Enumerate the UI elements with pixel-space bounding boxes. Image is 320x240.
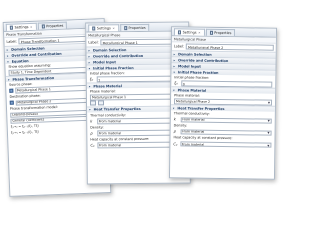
chevron-down-icon: ▾ [172, 106, 175, 111]
label-caption: Label: [173, 44, 185, 49]
section-title: Model Input [93, 59, 117, 64]
properties-icon [123, 26, 128, 30]
label-field[interactable]: Metallurgical Phase 2 [186, 43, 274, 51]
model-value: Leblond-Devaux [12, 112, 39, 118]
section-title: Initial Phase Fraction [93, 65, 134, 70]
chevron-right-icon: ▸ [173, 63, 176, 68]
thermal-value: From material [182, 117, 205, 122]
density-value: From material [182, 129, 205, 135]
close-icon[interactable]: × [198, 31, 201, 35]
properties-icon [209, 31, 213, 35]
chevron-right-icon: ▸ [88, 53, 91, 59]
tab-properties[interactable]: Properties [119, 23, 150, 32]
density-symbol: ρ [90, 131, 93, 136]
cube-icon [9, 100, 14, 106]
destination-phase-value: Metallurgical Phase 2 [17, 99, 52, 105]
phase-material-value: Metallurgical Phase 1 [91, 95, 127, 100]
chevron-down-icon: ▾ [88, 65, 91, 71]
tab-label: Settings [96, 26, 111, 31]
chevron-right-icon: ▸ [173, 57, 176, 62]
section-title: Override and Contribution [92, 53, 144, 58]
heatcap-row: Cₚ From material ▼ [173, 141, 272, 148]
section-title: Phase Material [93, 83, 122, 89]
heatcap-symbol: Cₚ [90, 143, 95, 148]
settings-icon [9, 26, 14, 30]
heatcap-value: From material [98, 143, 122, 148]
phase-material-value: Metallurgical Phase 2 [175, 99, 211, 104]
chevron-right-icon: ▸ [6, 53, 9, 58]
section-title: Heat Transfer Properties [177, 106, 225, 111]
chevron-down-icon: ▾ [89, 107, 91, 112]
go-to-material-button[interactable] [97, 100, 104, 106]
thermal-symbol: k [90, 119, 93, 124]
chevron-down-icon: ▾ [173, 87, 175, 92]
tab-label: Settings [182, 30, 197, 35]
thermal-symbol: k [173, 117, 176, 122]
dropdown-arrow-icon: ▼ [267, 131, 270, 136]
chevron-right-icon: ▸ [173, 51, 176, 56]
thermal-value: From material [98, 119, 121, 124]
chevron-down-icon: ▾ [7, 77, 10, 82]
chevron-right-icon: ▸ [88, 59, 91, 65]
tab-properties[interactable]: Properties [37, 21, 68, 30]
section-title: Equation [11, 58, 29, 64]
add-material-button[interactable] [89, 100, 97, 106]
tab-label: Properties [214, 30, 232, 36]
tab-label: Properties [46, 23, 64, 29]
section-title: Heat Transfer Properties [93, 107, 141, 112]
initial-symbol: ξ₀ [174, 81, 178, 86]
label-caption: Label: [88, 40, 99, 45]
close-icon[interactable]: × [112, 26, 115, 30]
tab-label: Properties [128, 25, 146, 31]
chevron-right-icon: ▸ [6, 47, 9, 52]
section-title: Domain Selection [92, 47, 127, 52]
dropdown-arrow-icon: ▼ [267, 100, 271, 105]
tab-properties[interactable]: Properties [205, 28, 236, 37]
density-symbol: ρ [173, 129, 176, 134]
section-title: Model Input [177, 63, 201, 69]
chevron-down-icon: ▾ [173, 69, 175, 74]
label-caption: Label: [6, 39, 17, 44]
chevron-down-icon: ▾ [7, 59, 9, 64]
section-title: Domain Selection [178, 51, 212, 57]
tab-label: Settings [14, 25, 29, 30]
heatcap-value: From material [181, 142, 205, 147]
general-value: General coefficients [12, 117, 45, 124]
settings-icon [92, 26, 96, 31]
density-value: From material [98, 131, 122, 136]
settings-icon [177, 30, 182, 35]
cube-icon [9, 88, 14, 93]
initial-symbol: ξ₀ [89, 77, 94, 82]
chevron-right-icon: ▸ [88, 48, 90, 53]
tab-settings[interactable]: Settings × [173, 28, 205, 36]
settings-window-metallurgical-phase-2: Settings × Properties Metallurgical Phas… [168, 26, 278, 180]
source-phase-value: Metallurgical Phase 1 [16, 87, 51, 93]
close-icon[interactable]: × [30, 25, 33, 29]
tab-settings[interactable]: Settings × [88, 24, 119, 32]
section-title: Override and Contribution [178, 57, 229, 63]
section-title: Initial Phase Fraction [177, 69, 219, 75]
tab-settings[interactable]: Settings × [5, 22, 37, 31]
heatcap-select[interactable]: From material ▼ [179, 141, 272, 148]
section-title: Phase Material [177, 88, 207, 93]
properties-icon [41, 24, 45, 29]
heatcap-symbol: Cₚ [173, 141, 178, 146]
dropdown-arrow-icon: ▼ [267, 143, 270, 148]
dropdown-arrow-icon: ▼ [267, 118, 270, 123]
chevron-down-icon: ▾ [88, 84, 91, 89]
